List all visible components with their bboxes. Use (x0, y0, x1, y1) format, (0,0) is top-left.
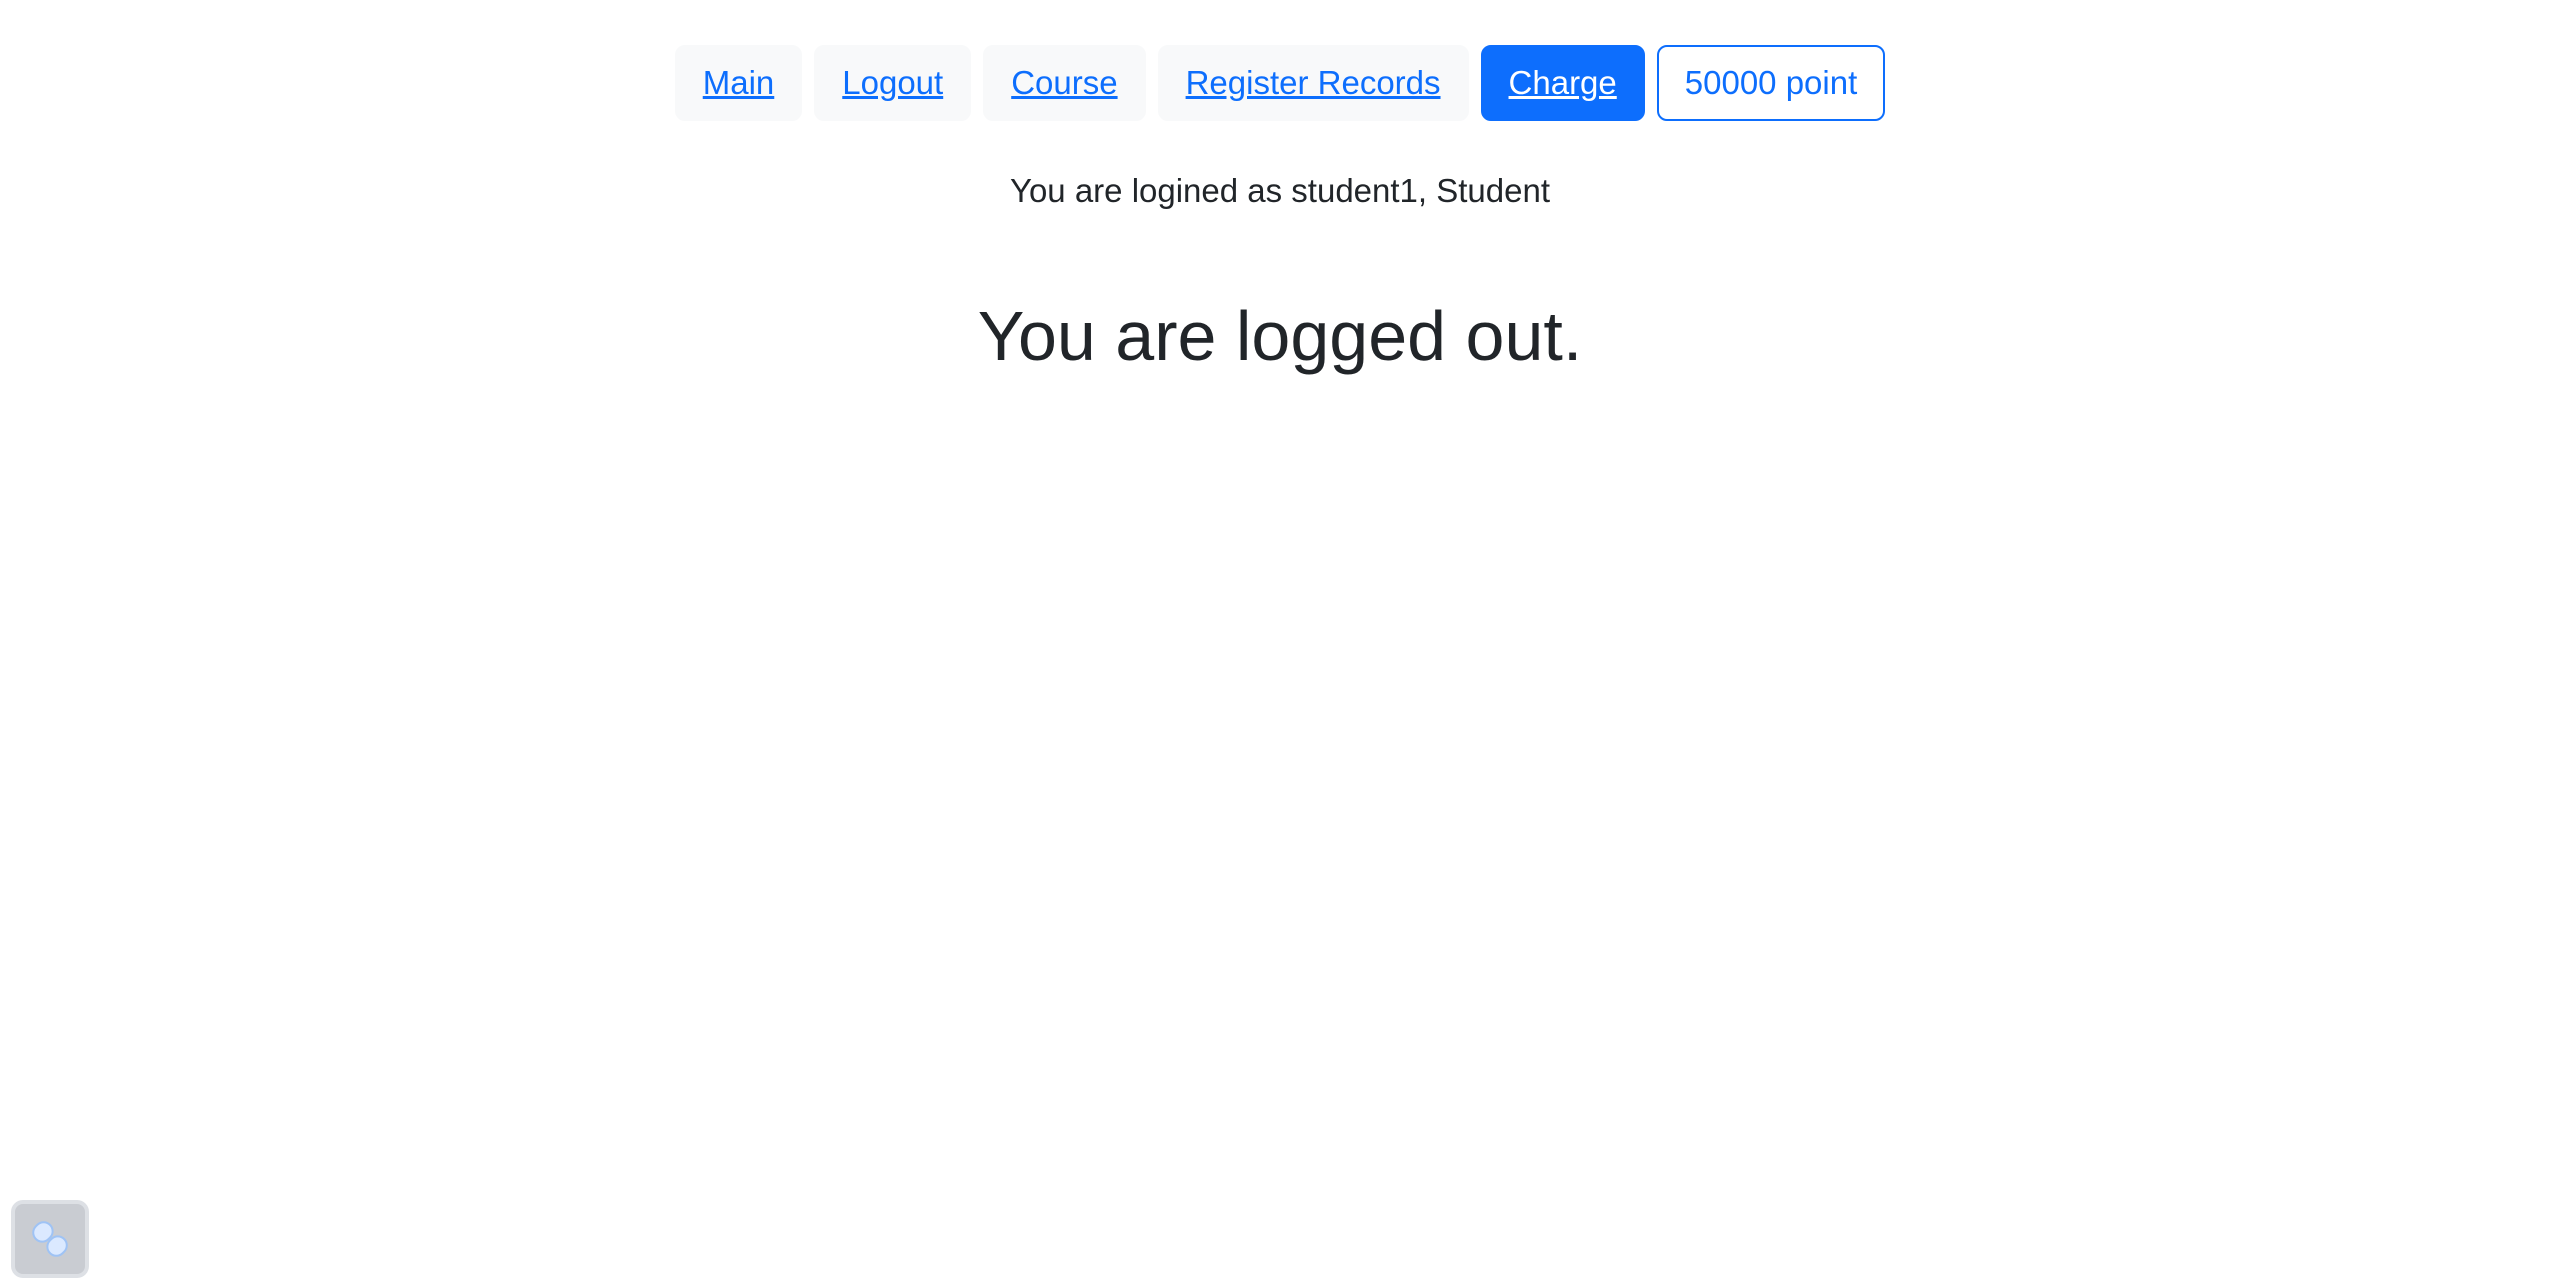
points-badge[interactable]: 50000 point (1656, 45, 1886, 121)
slash-pill-icon (32, 1221, 68, 1257)
course-link[interactable]: Course (983, 45, 1146, 121)
page-title: You are logged out. (977, 297, 1583, 375)
top-navigation: Main Logout Course Register Records Char… (0, 45, 2560, 121)
login-status-text: You are logined as student1, Student (1009, 172, 1551, 209)
main-link[interactable]: Main (674, 45, 803, 121)
logout-link[interactable]: Logout (814, 45, 972, 121)
charge-button[interactable]: Charge (1480, 45, 1645, 121)
register-records-link[interactable]: Register Records (1157, 45, 1469, 121)
floating-widget-button[interactable] (11, 1200, 89, 1278)
